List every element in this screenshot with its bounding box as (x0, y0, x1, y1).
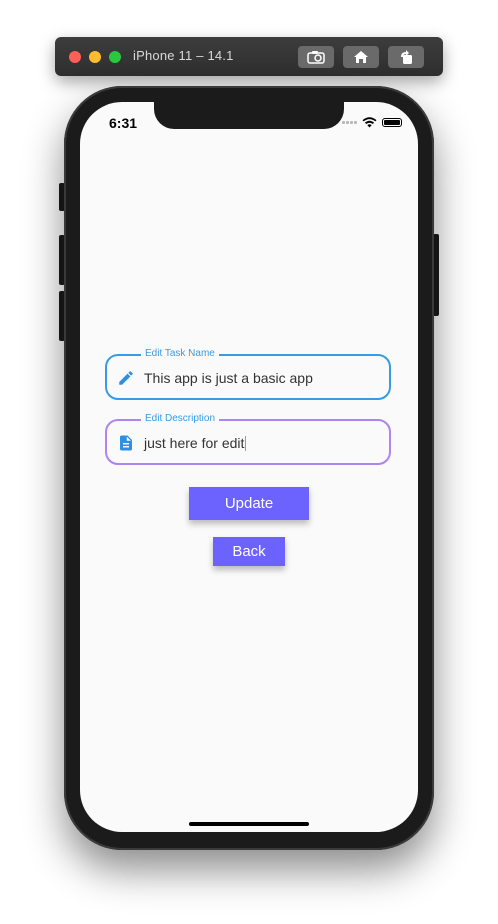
task-name-input[interactable]: This app is just a basic app (144, 369, 380, 387)
status-time: 6:31 (109, 115, 138, 131)
signal-dots-icon (342, 121, 357, 124)
task-name-label: Edit Task Name (141, 347, 219, 361)
home-button[interactable] (343, 46, 379, 68)
wifi-icon (362, 117, 377, 128)
task-name-field[interactable]: Edit Task Name This app is just a basic … (105, 347, 391, 400)
close-window-button[interactable] (69, 51, 81, 63)
pencil-icon (119, 371, 133, 385)
status-icons (342, 117, 402, 128)
update-button[interactable]: Update (189, 487, 309, 520)
phone-screen: 6:31 Edit Task Name This app is just a b… (80, 102, 418, 832)
simulator-title-bar: iPhone 11 – 14.1 (55, 37, 443, 76)
document-icon (120, 435, 132, 451)
battery-icon (382, 118, 402, 127)
back-button[interactable]: Back (213, 537, 285, 566)
simulator-title: iPhone 11 – 14.1 (133, 48, 234, 63)
zoom-window-button[interactable] (109, 51, 121, 63)
notch (154, 102, 344, 129)
rotate-icon (401, 50, 412, 64)
home-icon (354, 51, 368, 63)
description-label: Edit Description (141, 412, 220, 426)
home-indicator[interactable] (189, 822, 309, 826)
description-field[interactable]: Edit Description just here for edit (105, 412, 391, 465)
screenshot-button[interactable] (298, 46, 334, 68)
minimize-window-button[interactable] (89, 51, 101, 63)
text-caret (245, 436, 247, 451)
rotate-button[interactable] (388, 46, 424, 68)
screenshot-icon (307, 51, 325, 64)
simulator-window: iPhone 11 – 14.1 6:31 Edit Task Name Thi… (0, 0, 498, 924)
description-input[interactable]: just here for edit (144, 434, 380, 452)
description-value: just here for edit (144, 435, 245, 451)
